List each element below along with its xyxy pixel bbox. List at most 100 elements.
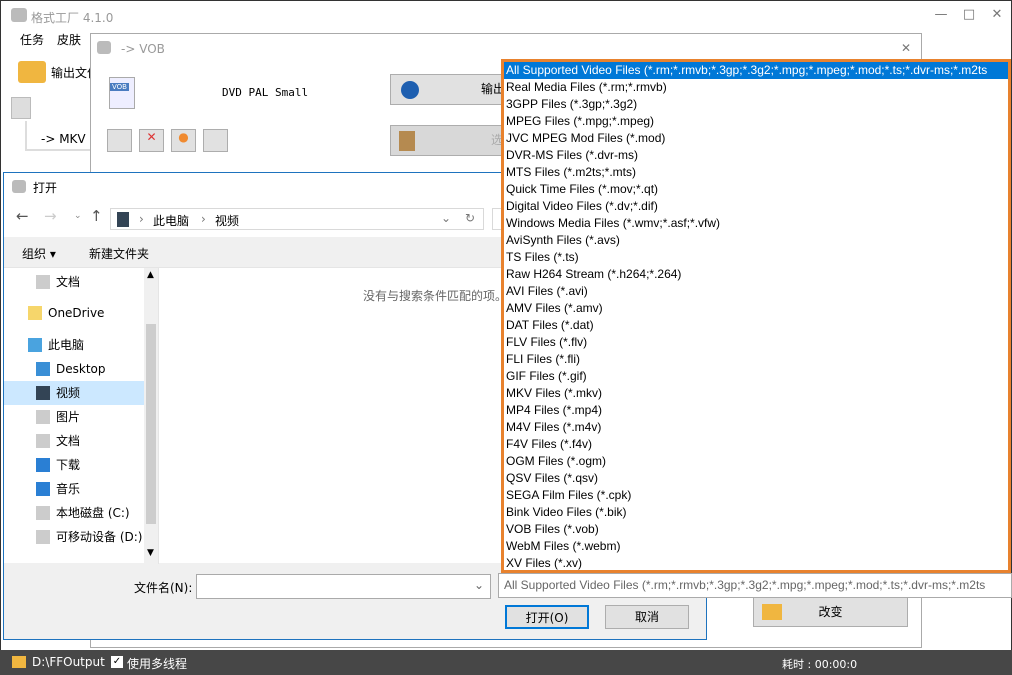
nav-item-label: 视频	[56, 386, 81, 400]
filter-option[interactable]: MTS Files (*.m2ts;*.mts)	[504, 164, 1008, 181]
filter-option[interactable]: FLI Files (*.fli)	[504, 351, 1008, 368]
nav-item[interactable]: 视频	[4, 381, 144, 405]
nav-item[interactable]: Desktop	[4, 357, 144, 381]
clapper-icon	[11, 97, 31, 119]
download-icon	[36, 458, 50, 472]
filter-option[interactable]: WebM Files (*.webm)	[504, 538, 1008, 555]
nav-item-label: 图片	[56, 410, 81, 424]
document-icon	[36, 275, 50, 289]
close-button[interactable]: ✕	[987, 7, 1007, 22]
filter-option[interactable]: M4V Files (*.m4v)	[504, 419, 1008, 436]
open-dialog-title: 打开	[33, 181, 58, 195]
open-button[interactable]: 打开(O)	[505, 605, 589, 629]
app-logo-icon	[97, 41, 111, 54]
filter-option[interactable]: GIF Files (*.gif)	[504, 368, 1008, 385]
filter-option[interactable]: 3GPP Files (*.3gp;*.3g2)	[504, 96, 1008, 113]
filter-option[interactable]: AviSynth Files (*.avs)	[504, 232, 1008, 249]
filter-option[interactable]: FLV Files (*.flv)	[504, 334, 1008, 351]
forward-button[interactable]: →	[44, 207, 57, 225]
folder-icon	[12, 656, 26, 668]
menu-task[interactable]: 任务	[20, 31, 44, 48]
option-button[interactable]: 选	[390, 125, 510, 156]
nav-item[interactable]: 此电脑	[4, 333, 144, 357]
filter-option[interactable]: DVR-MS Files (*.dvr-ms)	[504, 147, 1008, 164]
change-button[interactable]: 改变	[753, 597, 908, 627]
elapsed-time: 耗时 : 00:00:0	[782, 658, 858, 671]
filter-option[interactable]: MPEG Files (*.mpg;*.mpeg)	[504, 113, 1008, 130]
play-icon[interactable]: ●	[171, 129, 196, 152]
filter-option[interactable]: QSV Files (*.qsv)	[504, 470, 1008, 487]
filter-option[interactable]: Windows Media Files (*.wmv;*.asf;*.vfw)	[504, 215, 1008, 232]
vob-toolbar: ✕ ●	[107, 129, 228, 152]
multithread-checkbox[interactable]: ✓	[111, 656, 123, 668]
filter-option[interactable]: JVC MPEG Mod Files (*.mod)	[504, 130, 1008, 147]
breadcrumb-videos[interactable]: 视频	[215, 212, 239, 229]
filter-option[interactable]: All Supported Video Files (*.rm;*.rmvb;*…	[504, 62, 1008, 79]
nav-item[interactable]: 下载	[4, 453, 144, 477]
filter-option[interactable]: VOB Files (*.vob)	[504, 521, 1008, 538]
refresh-icon[interactable]: ↻	[465, 211, 475, 225]
nav-scrollbar[interactable]: ▲ ▼	[144, 268, 158, 564]
nav-item-label: 文档	[56, 275, 81, 289]
filter-option[interactable]: Bink Video Files (*.bik)	[504, 504, 1008, 521]
status-bar: D:\FFOutput ✓ 使用多线程 耗时 : 00:00:0	[0, 650, 1012, 675]
folder-icon	[18, 61, 46, 83]
output-path[interactable]: D:\FFOutput	[32, 655, 105, 669]
remove-icon[interactable]	[107, 129, 132, 152]
nav-item[interactable]: 图片	[4, 405, 144, 429]
filter-option[interactable]: XV Files (*.xv)	[504, 555, 1008, 572]
maximize-button[interactable]: □	[959, 7, 979, 22]
filename-input[interactable]: ⌄	[196, 574, 491, 599]
vob-close-button[interactable]: ✕	[901, 41, 911, 55]
multithread-label: 使用多线程	[127, 657, 188, 671]
address-dropdown-icon[interactable]: ⌄	[441, 211, 451, 225]
nav-item[interactable]: 可移动设备 (D:)	[4, 525, 144, 549]
task-mkv[interactable]: -> MKV	[41, 132, 86, 146]
nav-item[interactable]: OneDrive	[4, 301, 144, 325]
video-folder-icon	[117, 212, 129, 227]
new-folder-button[interactable]: 新建文件夹	[89, 245, 149, 262]
nav-item-label: OneDrive	[48, 306, 105, 320]
filter-option[interactable]: SEGA Film Files (*.cpk)	[504, 487, 1008, 504]
filter-option[interactable]: TS Files (*.ts)	[504, 249, 1008, 266]
drive-icon	[36, 506, 50, 520]
empty-message: 没有与搜索条件匹配的项。	[363, 289, 508, 303]
nav-item-label: 文档	[56, 434, 81, 448]
nav-item[interactable]: 本地磁盘 (C:)	[4, 501, 144, 525]
up-button[interactable]: ↑	[90, 207, 103, 225]
filter-option[interactable]: Real Media Files (*.rm;*.rmvb)	[504, 79, 1008, 96]
desktop-icon	[36, 362, 50, 376]
filter-option[interactable]: MP4 Files (*.mp4)	[504, 402, 1008, 419]
filter-option[interactable]: AVI Files (*.avi)	[504, 283, 1008, 300]
delete-icon[interactable]: ✕	[139, 129, 164, 152]
info-icon[interactable]	[203, 129, 228, 152]
breadcrumb-this-pc[interactable]: 此电脑	[153, 212, 189, 229]
menu-skin[interactable]: 皮肤	[57, 31, 81, 48]
filter-option[interactable]: F4V Files (*.f4v)	[504, 436, 1008, 453]
filter-option[interactable]: Quick Time Files (*.mov;*.qt)	[504, 181, 1008, 198]
nav-item[interactable]: 文档	[4, 270, 144, 294]
scrollbar-thumb[interactable]	[146, 324, 156, 524]
filter-option[interactable]: MKV Files (*.mkv)	[504, 385, 1008, 402]
nav-item[interactable]: 音乐	[4, 477, 144, 501]
filter-option[interactable]: AMV Files (*.amv)	[504, 300, 1008, 317]
vob-file-icon: VOB	[109, 77, 135, 109]
filter-option[interactable]: OGM Files (*.ogm)	[504, 453, 1008, 470]
recent-dropdown[interactable]: ⌄	[74, 211, 82, 221]
organize-button[interactable]: 组织 ▾	[22, 245, 56, 262]
nav-item-label: 此电脑	[48, 338, 85, 352]
back-button[interactable]: ←	[16, 207, 29, 225]
filter-option[interactable]: Digital Video Files (*.dv;*.dif)	[504, 198, 1008, 215]
filter-option[interactable]: Raw H264 Stream (*.h264;*.264)	[504, 266, 1008, 283]
filter-option[interactable]: DAT Files (*.dat)	[504, 317, 1008, 334]
nav-item[interactable]: 文档	[4, 429, 144, 453]
file-type-filter[interactable]: All Supported Video Files (*.rm;*.rmvb;*…	[498, 573, 1012, 598]
app-logo-icon	[11, 8, 27, 22]
output-config-button[interactable]: 输出	[390, 74, 510, 105]
cancel-button[interactable]: 取消	[605, 605, 689, 629]
address-bar[interactable]: › 此电脑 › 视频 ⌄ ↻	[110, 208, 484, 230]
usb-drive-icon	[36, 530, 50, 544]
minimize-button[interactable]: —	[931, 7, 951, 22]
nav-item-label: 本地磁盘 (C:)	[56, 506, 130, 520]
folder-icon	[762, 604, 782, 620]
